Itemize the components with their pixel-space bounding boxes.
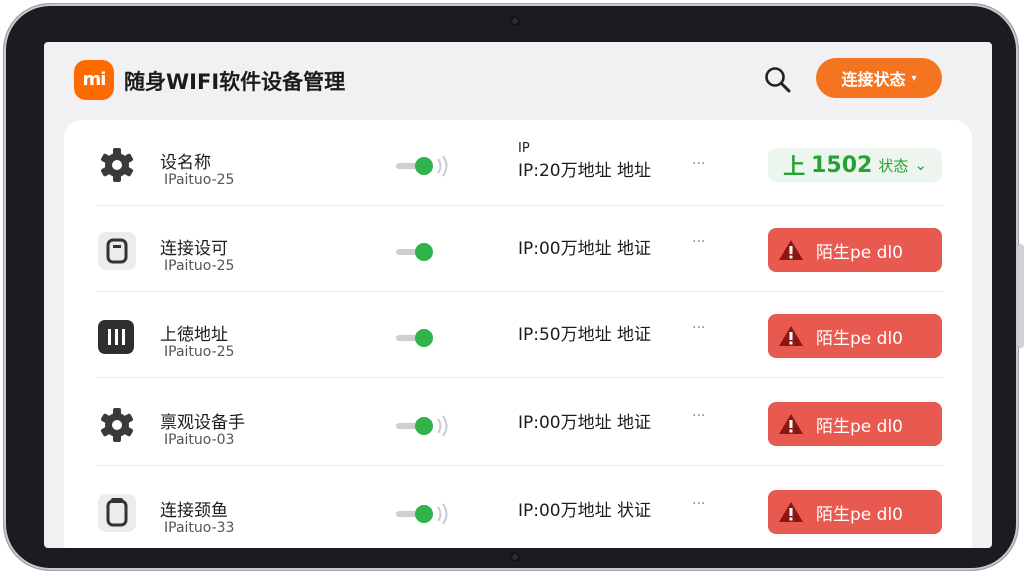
status-text: 陌生pe dl0 <box>816 328 903 349</box>
warning-icon <box>779 502 803 522</box>
side-button <box>1018 244 1024 348</box>
front-camera <box>510 16 520 26</box>
row-divider <box>96 465 944 466</box>
connection-status-button[interactable]: 连接状态 ▾ <box>816 58 942 98</box>
status-text: 陌生pe dl0 <box>816 416 903 437</box>
warning-icon <box>779 326 803 346</box>
device-name: 连接设可 <box>160 239 228 259</box>
status-value: 1502 <box>811 152 873 178</box>
device-list: 设名称 IPaituo-25 IP IP:20万地址 地址 ··· 上 1502… <box>64 120 972 548</box>
status-badge[interactable]: 上 1502 状态 ⌄ <box>768 148 942 182</box>
status-badge[interactable]: 陌生pe dl0 <box>768 402 942 446</box>
status-suffix: 状态 <box>878 156 909 175</box>
status-prefix: 上 <box>783 155 806 180</box>
status-badge[interactable]: 陌生pe dl0 <box>768 314 942 358</box>
device-name: 上徳地址 <box>160 325 228 345</box>
ip-address: IP:00万地址 地证 <box>518 413 652 433</box>
tablet-frame: mi 随身WIFI软件设备管理 连接状态 ▾ 设名称 IPaituo-25 IP… <box>4 4 1024 570</box>
more-options[interactable]: ··· <box>692 156 705 172</box>
search-icon <box>765 67 791 93</box>
device-name: 连接颈鱼 <box>160 501 228 521</box>
device-square-icon <box>98 232 136 270</box>
search-button[interactable] <box>762 64 794 96</box>
device-name: 禀观设备手 <box>160 413 245 433</box>
warning-icon <box>779 240 803 260</box>
status-text: 陌生pe dl0 <box>816 242 903 263</box>
app-logo: mi <box>74 60 114 100</box>
wifi-toggle[interactable] <box>394 238 456 266</box>
list-item[interactable]: 连接设可 IPaituo-25 IP:00万地址 地证 ··· 陌生pe dl0 <box>96 206 944 292</box>
list-item[interactable]: 连接颈鱼 IPaituo-33 IP:00万地址 状证 ··· 陌生pe dl0 <box>96 468 944 548</box>
device-id: IPaituo-25 <box>164 258 235 274</box>
more-options[interactable]: ··· <box>692 320 705 336</box>
status-badge[interactable]: 陌生pe dl0 <box>768 490 942 534</box>
device-id: IPaituo-03 <box>164 432 235 448</box>
wifi-toggle[interactable] <box>394 412 456 440</box>
gear-icon <box>101 148 133 182</box>
ip-address: IP:00万地址 地证 <box>518 239 652 259</box>
connection-status-label: 连接状态 <box>841 70 906 89</box>
device-id: IPaituo-33 <box>164 520 235 536</box>
wifi-toggle[interactable] <box>394 500 456 528</box>
warning-icon <box>779 414 803 434</box>
list-item[interactable]: 设名称 IPaituo-25 IP IP:20万地址 地址 ··· 上 1502… <box>96 120 944 206</box>
device-id: IPaituo-25 <box>164 344 235 360</box>
device-id: IPaituo-25 <box>164 172 235 188</box>
gear-icon <box>101 408 133 442</box>
page-title: 随身WIFI软件设备管理 <box>124 70 346 94</box>
caret-down-icon: ▾ <box>911 72 917 84</box>
list-item[interactable]: 禀观设备手 IPaituo-03 IP:00万地址 地证 ··· 陌生pe dl… <box>96 380 944 466</box>
status-badge[interactable]: 陌生pe dl0 <box>768 228 942 272</box>
ip-address: IP:20万地址 地址 <box>518 161 652 181</box>
bottom-sensor <box>510 552 520 562</box>
chevron-down-icon: ⌄ <box>914 156 927 174</box>
ip-address: IP:00万地址 状证 <box>518 501 652 521</box>
more-options[interactable]: ··· <box>692 234 705 250</box>
more-options[interactable]: ··· <box>692 496 705 512</box>
wifi-toggle[interactable] <box>394 324 456 352</box>
app-header: mi 随身WIFI软件设备管理 连接状态 ▾ <box>44 42 992 118</box>
phone-frame-icon <box>98 494 136 532</box>
server-icon <box>98 320 134 354</box>
status-text: 陌生pe dl0 <box>816 504 903 525</box>
ip-label: IP <box>518 141 530 156</box>
ip-address: IP:50万地址 地证 <box>518 325 652 345</box>
app-screen: mi 随身WIFI软件设备管理 连接状态 ▾ 设名称 IPaituo-25 IP… <box>44 42 992 548</box>
device-name: 设名称 <box>160 153 211 173</box>
more-options[interactable]: ··· <box>692 408 705 424</box>
wifi-toggle[interactable] <box>394 152 456 180</box>
list-item[interactable]: 上徳地址 IPaituo-25 IP:50万地址 地证 ··· 陌生pe dl0 <box>96 292 944 378</box>
row-divider <box>96 377 944 378</box>
